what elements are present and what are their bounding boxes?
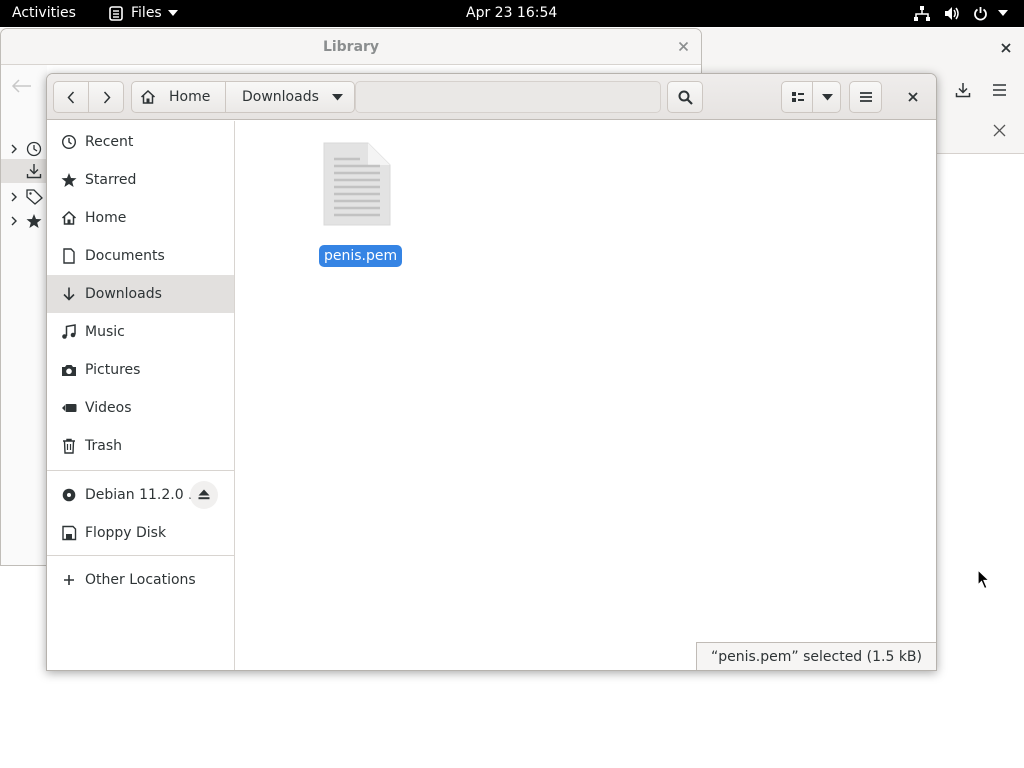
clock[interactable]: Apr 23 16:54 xyxy=(466,0,557,27)
sidebar-item-label: Home xyxy=(85,210,127,226)
sidebar-item-label: Debian 11.2.0 ... xyxy=(85,487,202,503)
clock-icon xyxy=(26,141,42,157)
recent-icon xyxy=(61,134,77,150)
list-view-icon xyxy=(792,92,804,102)
close-icon xyxy=(908,92,918,102)
eject-button[interactable] xyxy=(190,481,218,509)
files-app-label: Files xyxy=(131,5,162,21)
chevron-right-icon[interactable] xyxy=(10,192,18,202)
chevron-right-icon xyxy=(103,91,111,104)
selection-status-bar: “penis.pem” selected (1.5 kB) xyxy=(696,642,936,670)
file-item[interactable]: penis.pem xyxy=(318,137,403,267)
library-title: Library xyxy=(322,39,380,55)
sidebar-item-downloads[interactable]: Downloads xyxy=(47,275,234,313)
sidebar-item-label: Music xyxy=(85,324,125,340)
music-icon xyxy=(61,324,77,340)
dialog-header-bar: Home Downloads xyxy=(47,74,936,120)
chevron-left-icon xyxy=(67,91,75,104)
close-icon[interactable] xyxy=(678,41,689,52)
sidebar-item-trash[interactable]: Trash xyxy=(47,427,234,465)
files-app-menu[interactable]: Files xyxy=(109,0,181,27)
hamburger-menu-icon[interactable] xyxy=(992,83,1007,97)
chevron-right-icon[interactable] xyxy=(10,144,18,154)
view-mode-button[interactable] xyxy=(781,81,813,113)
sidebar-item-label: Downloads xyxy=(85,286,162,302)
path-bar-downloads-button[interactable]: Downloads xyxy=(225,81,355,113)
chevron-right-icon[interactable] xyxy=(10,216,18,226)
network-icon xyxy=(914,6,930,21)
camera-icon xyxy=(61,362,77,378)
sidebar-item-floppy-disk[interactable]: Floppy Disk xyxy=(47,514,234,552)
text-file-icon xyxy=(322,141,392,227)
home-icon xyxy=(140,89,156,105)
sidebar-item-music[interactable]: Music xyxy=(47,313,234,351)
sidebar-item-label: Videos xyxy=(85,400,132,416)
back-button[interactable] xyxy=(53,81,89,113)
forward-button[interactable] xyxy=(88,81,124,113)
sidebar-separator xyxy=(47,470,234,471)
close-find-bar-icon[interactable] xyxy=(993,124,1006,137)
download-icon xyxy=(26,163,42,179)
disc-icon xyxy=(61,487,77,503)
file-view: penis.pem “penis.pem” selected (1.5 kB) xyxy=(236,121,936,670)
path-segment-label: Downloads xyxy=(242,89,319,105)
path-segment-label: Home xyxy=(169,89,211,105)
view-options-button[interactable] xyxy=(812,81,841,113)
sidebar-item-label: Other Locations xyxy=(85,572,196,588)
back-arrow-icon[interactable] xyxy=(11,79,33,93)
power-icon xyxy=(973,6,988,21)
chevron-down-icon xyxy=(332,94,343,101)
sidebar-item-label: Documents xyxy=(85,248,165,264)
sidebar-item-label: Trash xyxy=(85,438,122,454)
plus-icon xyxy=(61,572,77,588)
files-app-icon xyxy=(109,6,123,21)
download-icon xyxy=(61,286,77,302)
download-icon[interactable] xyxy=(955,82,971,98)
eject-icon xyxy=(198,489,210,500)
system-status-menu[interactable] xyxy=(914,0,1014,27)
sidebar-item-videos[interactable]: Videos xyxy=(47,389,234,427)
search-button[interactable] xyxy=(667,81,703,113)
mouse-pointer-icon xyxy=(977,569,991,590)
library-sidebar xyxy=(1,65,47,565)
chevron-down-icon xyxy=(998,10,1008,17)
chevron-down-icon xyxy=(822,94,833,101)
path-bar-home-button[interactable]: Home xyxy=(131,81,226,113)
sidebar-item-label: Pictures xyxy=(85,362,141,378)
volume-icon xyxy=(944,6,960,21)
sidebar-item-starred[interactable]: Starred xyxy=(47,161,234,199)
sidebar-item-other-locations[interactable]: Other Locations xyxy=(47,561,234,599)
close-dialog-button[interactable] xyxy=(897,81,929,113)
video-icon xyxy=(61,400,77,416)
trash-icon xyxy=(61,438,77,454)
document-icon xyxy=(61,248,77,264)
chevron-down-icon xyxy=(168,10,178,17)
sidebar-item-label: Floppy Disk xyxy=(85,525,167,541)
tag-icon xyxy=(26,189,43,205)
hamburger-menu-icon xyxy=(860,91,872,103)
places-sidebar: Recent Starred Home Documents Downloads … xyxy=(47,121,235,670)
browser-find-bar xyxy=(936,118,1024,154)
sidebar-item-documents[interactable]: Documents xyxy=(47,237,234,275)
sidebar-item-pictures[interactable]: Pictures xyxy=(47,351,234,389)
sidebar-item-recent[interactable]: Recent xyxy=(47,123,234,161)
file-name-label: penis.pem xyxy=(319,245,403,267)
sidebar-item-home[interactable]: Home xyxy=(47,199,234,237)
close-icon[interactable] xyxy=(1000,42,1012,54)
star-icon xyxy=(26,213,42,229)
path-bar-empty-area xyxy=(355,81,661,113)
sidebar-separator xyxy=(47,555,234,556)
file-chooser-dialog: Home Downloads Recent Starred Home Docum… xyxy=(46,73,937,671)
floppy-icon xyxy=(61,525,77,541)
sidebar-item-label: Recent xyxy=(85,134,134,150)
sidebar-item-debian-disc[interactable]: Debian 11.2.0 ... xyxy=(47,476,234,514)
star-icon xyxy=(61,172,77,188)
top-bar: Activities Files Apr 23 16:54 xyxy=(0,0,1024,27)
menu-button[interactable] xyxy=(849,81,882,113)
sidebar-item-label: Starred xyxy=(85,172,137,188)
search-icon xyxy=(678,90,693,105)
activities-button[interactable]: Activities xyxy=(12,0,76,27)
home-icon xyxy=(61,210,77,226)
